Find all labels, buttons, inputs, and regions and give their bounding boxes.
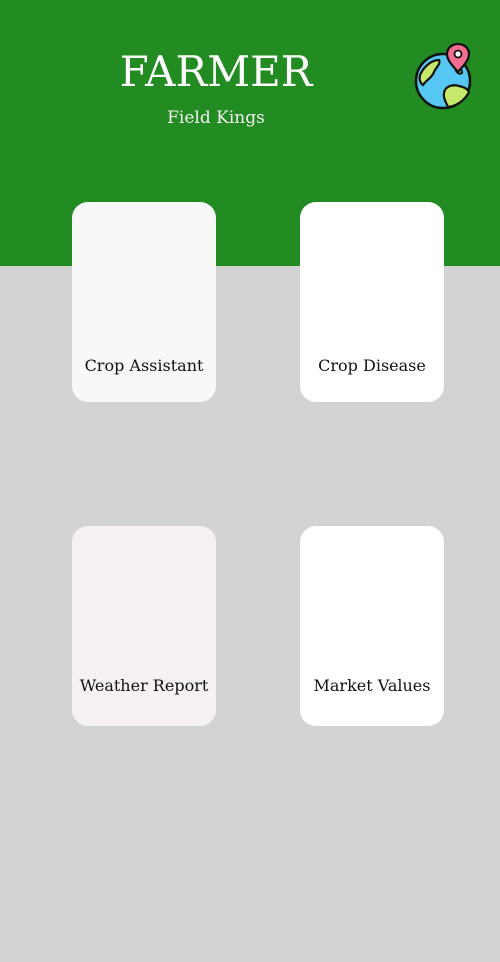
globe-location-icon[interactable] (412, 42, 474, 112)
weather-report-label: Weather Report (79, 676, 209, 695)
crop-assistant-card[interactable]: Crop Assistant (72, 202, 216, 402)
app-title: FARMER (119, 47, 313, 96)
crop-disease-label: Crop Disease (318, 356, 426, 375)
market-values-card[interactable]: Market Values (300, 526, 444, 726)
market-values-label: Market Values (313, 676, 431, 695)
app-subtitle: Field Kings (167, 108, 265, 128)
crop-assistant-label: Crop Assistant (84, 356, 204, 375)
weather-report-card[interactable]: Weather Report (72, 526, 216, 726)
crop-disease-card[interactable]: Crop Disease (300, 202, 444, 402)
